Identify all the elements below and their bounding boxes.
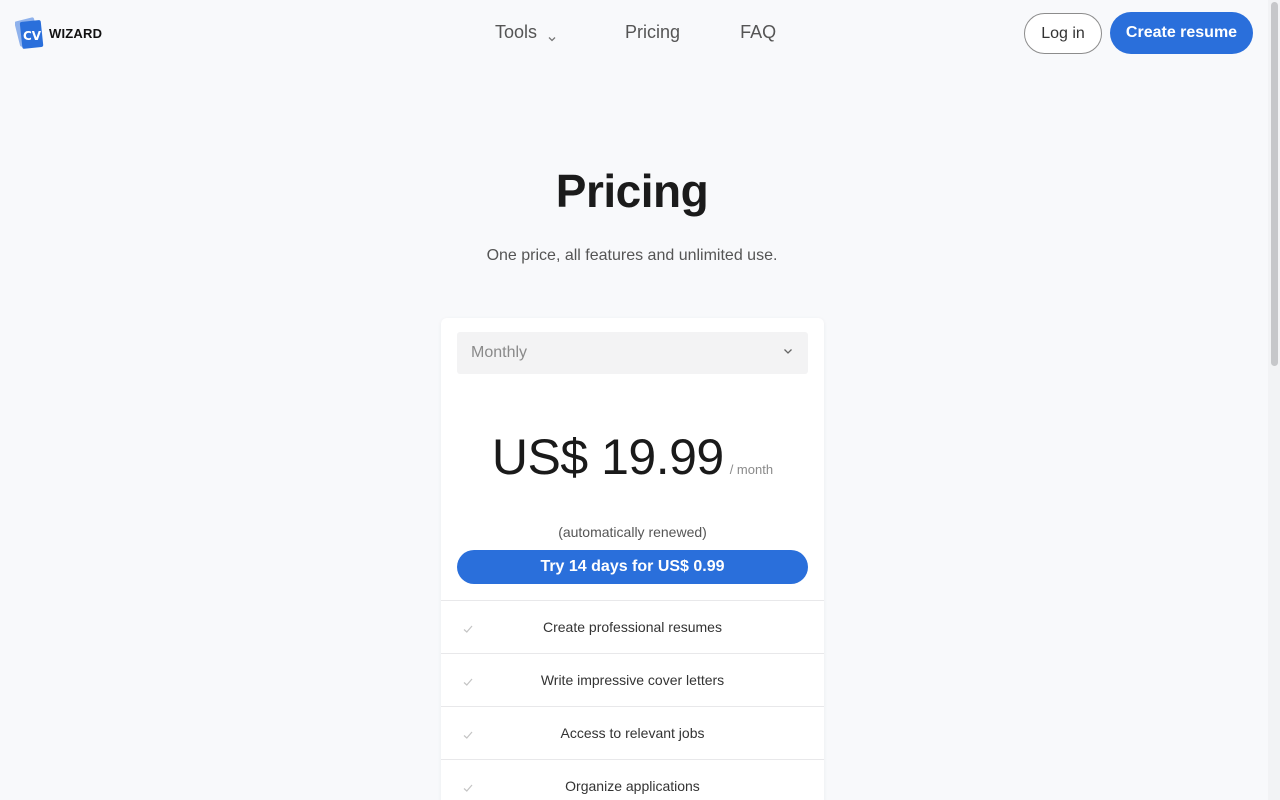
login-button[interactable]: Log in xyxy=(1024,13,1102,54)
price-period: / month xyxy=(729,462,774,477)
page-subtitle: One price, all features and unlimited us… xyxy=(486,247,778,264)
price-amount: US$ 19.99 xyxy=(491,429,724,485)
feature-label: Create professional resumes xyxy=(543,619,722,635)
page-title: Pricing xyxy=(555,165,709,217)
billing-period-select[interactable]: Monthly xyxy=(457,332,808,374)
feature-label: Write impressive cover letters xyxy=(540,672,725,688)
nav-faq[interactable]: FAQ xyxy=(740,22,776,43)
feature-item: Write impressive cover letters xyxy=(441,653,824,706)
nav-pricing[interactable]: Pricing xyxy=(625,22,680,43)
pricing-card: Monthly US$ 19.99 / month (automatically… xyxy=(441,318,824,800)
feature-label: Access to relevant jobs xyxy=(560,725,705,741)
main-nav: Tools Pricing FAQ xyxy=(495,22,776,43)
pricing-page: CV WIZARD Tools Pricing FAQ Log in Creat… xyxy=(0,0,1280,800)
feature-list: Create professional resumes Write impres… xyxy=(441,600,824,800)
logo-wordmark: WIZARD xyxy=(49,25,103,41)
site-header: CV WIZARD Tools Pricing FAQ Log in Creat… xyxy=(0,0,1268,66)
scrollbar-thumb[interactable] xyxy=(1271,2,1278,366)
nav-tools[interactable]: Tools xyxy=(495,22,557,43)
logo[interactable]: CV WIZARD xyxy=(14,16,103,50)
feature-item: Create professional resumes xyxy=(441,600,824,653)
feature-item: Organize applications xyxy=(441,759,824,800)
nav-faq-label: FAQ xyxy=(740,22,777,42)
cv-cards-logo-icon: CV xyxy=(14,16,45,50)
check-icon xyxy=(462,781,474,793)
check-icon xyxy=(462,728,474,740)
nav-tools-label: Tools xyxy=(495,22,538,42)
price-row: US$ 19.99 / month xyxy=(441,428,824,486)
feature-item: Access to relevant jobs xyxy=(441,706,824,759)
renewal-note: (automatically renewed) xyxy=(558,524,707,540)
trial-button[interactable]: Try 14 days for US$ 0.99 xyxy=(457,550,808,584)
svg-text:CV: CV xyxy=(23,29,42,43)
chevron-down-icon xyxy=(547,28,557,41)
check-icon xyxy=(462,675,474,687)
page-scrollbar[interactable] xyxy=(1268,0,1280,800)
create-resume-button[interactable]: Create resume xyxy=(1110,12,1253,54)
feature-label: Organize applications xyxy=(565,778,700,794)
billing-period-value: Monthly xyxy=(471,344,528,361)
nav-pricing-label: Pricing xyxy=(625,22,681,42)
chevron-down-icon xyxy=(782,344,794,362)
check-icon xyxy=(462,622,474,634)
